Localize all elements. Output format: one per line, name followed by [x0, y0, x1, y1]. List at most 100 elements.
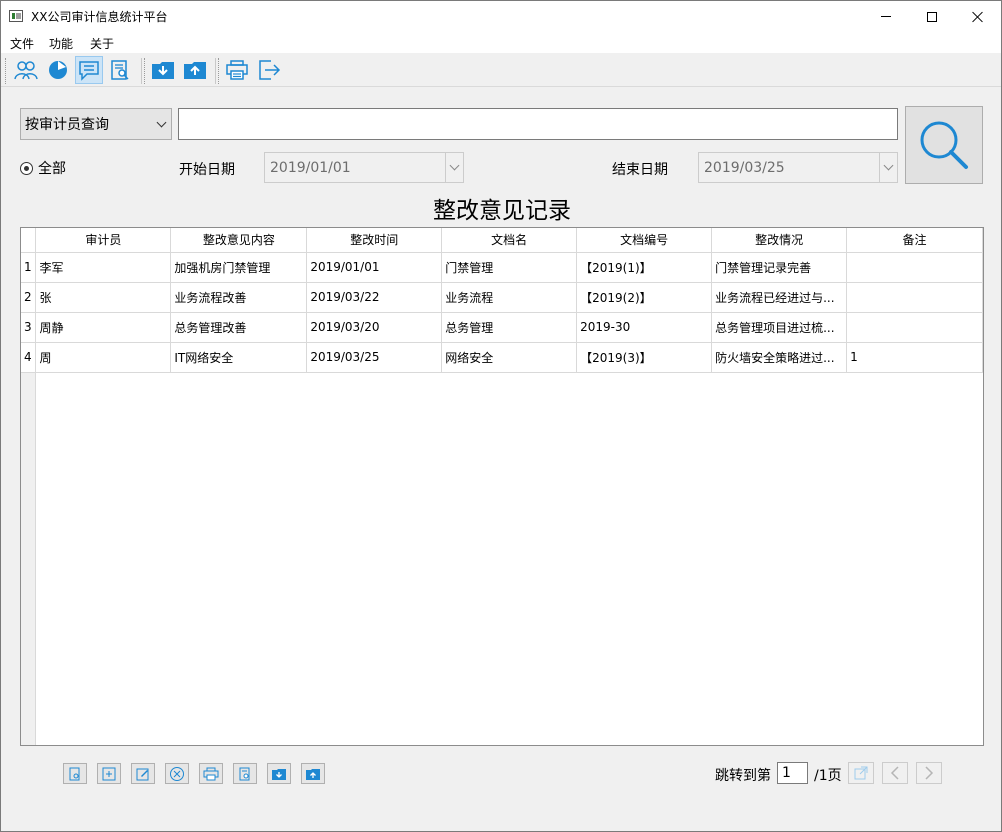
jump-to-page-label: 跳转到第	[715, 768, 771, 784]
print-button[interactable]	[223, 56, 251, 84]
delete-circle-icon	[170, 766, 184, 781]
go-to-page-button[interactable]	[848, 762, 874, 784]
chevron-down-icon	[156, 117, 167, 128]
chevron-left-icon	[890, 766, 899, 780]
table-cell[interactable]: 2019-30	[576, 312, 713, 343]
app-window: XX公司审计信息统计平台 文件 功能 关于 按审计员查询 全部 开始日期 201…	[0, 0, 1002, 832]
table-cell[interactable]: 业务流程改善	[170, 282, 308, 313]
table-cell[interactable]: 网络安全	[441, 342, 578, 373]
table-cell[interactable]: 防火墙安全策略进过...	[711, 342, 848, 373]
edit-record-button[interactable]	[131, 763, 155, 784]
table-cell[interactable]: 张	[35, 282, 172, 313]
chevron-down-icon[interactable]	[445, 153, 463, 182]
toolbar-grip[interactable]	[144, 58, 147, 84]
table-row[interactable]: 2 张 业务流程改善 2019/03/22 业务流程 【2019(2)】 业务流…	[21, 282, 983, 313]
column-header[interactable]: 整改意见内容	[170, 228, 308, 253]
table-cell[interactable]: 业务流程	[441, 282, 578, 313]
menu-file[interactable]: 文件	[10, 35, 34, 52]
close-button[interactable]	[955, 1, 1001, 32]
row-number[interactable]: 3	[21, 312, 37, 343]
chevron-down-icon[interactable]	[879, 153, 897, 182]
maximize-button[interactable]	[909, 1, 955, 32]
close-icon	[972, 11, 984, 23]
query-mode-value: 按审计员查询	[25, 117, 109, 133]
view-record-button[interactable]	[63, 763, 87, 784]
comments-icon	[79, 61, 99, 81]
end-date-picker[interactable]: 2019/03/25	[698, 152, 898, 183]
radio-selected-icon[interactable]	[20, 161, 33, 175]
start-date-picker[interactable]: 2019/01/01	[264, 152, 464, 183]
page-title: 整改意见记录	[433, 198, 571, 224]
column-header[interactable]: 备注	[846, 228, 983, 253]
table-row[interactable]: 4 周 IT网络安全 2019/03/25 网络安全 【2019(3)】 防火墙…	[21, 342, 983, 373]
export-button[interactable]	[181, 56, 209, 84]
comments-button[interactable]	[75, 56, 103, 84]
menu-about[interactable]: 关于	[90, 35, 114, 52]
table-cell[interactable]: 【2019(3)】	[576, 342, 713, 373]
toolbar-grip[interactable]	[218, 58, 221, 84]
table-cell[interactable]: 总务管理项目进过梳...	[711, 312, 848, 343]
search-record-button[interactable]	[233, 763, 257, 784]
document-search-button[interactable]	[106, 56, 134, 84]
import-icon	[152, 62, 174, 79]
all-radio[interactable]: 全部	[20, 158, 66, 178]
table-cell[interactable]: 总务管理改善	[170, 312, 308, 343]
table-cell[interactable]: 李军	[35, 252, 172, 283]
all-radio-label: 全部	[38, 161, 66, 177]
row-number[interactable]: 2	[21, 282, 37, 313]
column-header[interactable]: 文档编号	[576, 228, 713, 253]
search-input[interactable]	[178, 108, 898, 140]
table-cell[interactable]: 1	[846, 342, 983, 373]
table-cell[interactable]: 【2019(1)】	[576, 252, 713, 283]
menu-functions[interactable]: 功能	[49, 35, 73, 52]
table-cell[interactable]: 加强机房门禁管理	[170, 252, 308, 283]
page-number-input[interactable]	[777, 762, 808, 784]
auditors-button[interactable]	[12, 56, 40, 84]
start-date-label: 开始日期	[179, 162, 235, 178]
table-cell[interactable]: 2019/01/01	[306, 252, 443, 283]
column-header[interactable]: 整改时间	[306, 228, 443, 253]
table-row[interactable]: 3 周静 总务管理改善 2019/03/20 总务管理 2019-30 总务管理…	[21, 312, 983, 343]
table-cell[interactable]: 2019/03/25	[306, 342, 443, 373]
statistics-button[interactable]	[44, 56, 72, 84]
search-button[interactable]	[905, 106, 983, 184]
column-header[interactable]: 文档名	[441, 228, 578, 253]
import-icon	[272, 768, 286, 780]
row-number[interactable]: 4	[21, 342, 37, 373]
import-button[interactable]	[149, 56, 177, 84]
title-bar: XX公司审计信息统计平台	[1, 1, 1001, 32]
minimize-button[interactable]	[863, 1, 909, 32]
table-cell[interactable]: 【2019(2)】	[576, 282, 713, 313]
table-cell[interactable]: 2019/03/22	[306, 282, 443, 313]
table-cell[interactable]	[846, 252, 983, 283]
print-record-button[interactable]	[199, 763, 223, 784]
table-cell[interactable]: IT网络安全	[170, 342, 308, 373]
table-cell[interactable]: 周静	[35, 312, 172, 343]
row-number[interactable]: 1	[21, 252, 37, 283]
column-header[interactable]: 审计员	[35, 228, 172, 253]
document-view-icon	[69, 767, 80, 780]
table-cell[interactable]	[846, 282, 983, 313]
table-cell[interactable]: 门禁管理	[441, 252, 578, 283]
end-date-value: 2019/03/25	[704, 159, 785, 176]
records-table[interactable]: 审计员 整改意见内容 整改时间 文档名 文档编号 整改情况 备注 1 李军 加强…	[20, 227, 984, 746]
add-record-button[interactable]	[97, 763, 121, 784]
next-page-button[interactable]	[916, 762, 942, 784]
minimize-icon	[881, 16, 891, 17]
export-record-button[interactable]	[301, 763, 325, 784]
table-cell[interactable]: 业务流程已经进过与...	[711, 282, 848, 313]
table-cell[interactable]	[846, 312, 983, 343]
table-cell[interactable]: 2019/03/20	[306, 312, 443, 343]
previous-page-button[interactable]	[882, 762, 908, 784]
delete-record-button[interactable]	[165, 763, 189, 784]
table-cell[interactable]: 总务管理	[441, 312, 578, 343]
table-cell[interactable]: 门禁管理记录完善	[711, 252, 848, 283]
table-row[interactable]: 1 李军 加强机房门禁管理 2019/01/01 门禁管理 【2019(1)】 …	[21, 252, 983, 283]
query-mode-select[interactable]: 按审计员查询	[20, 108, 172, 140]
table-cell[interactable]: 周	[35, 342, 172, 373]
page-total-label: /1页	[814, 768, 842, 784]
column-header[interactable]: 整改情况	[711, 228, 848, 253]
exit-button[interactable]	[255, 56, 283, 84]
import-record-button[interactable]	[267, 763, 291, 784]
toolbar-grip[interactable]	[5, 58, 8, 84]
